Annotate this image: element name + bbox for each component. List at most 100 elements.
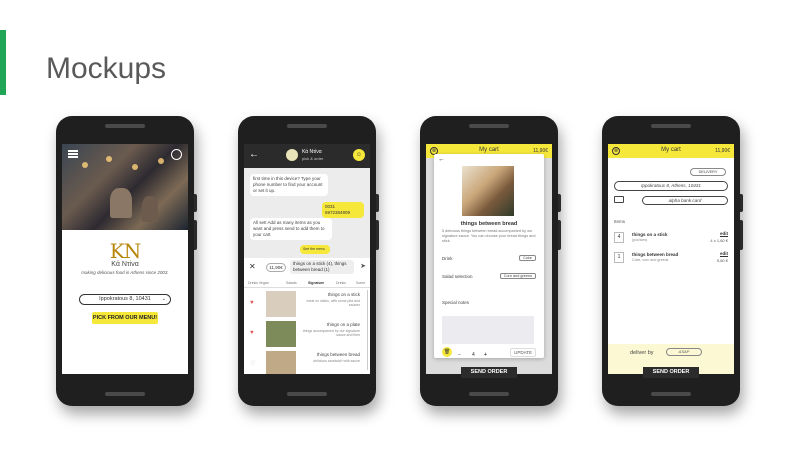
- update-button[interactable]: UPDATE: [510, 348, 536, 357]
- item-thumbnail: [266, 321, 296, 347]
- edit-link[interactable]: edit: [720, 231, 728, 236]
- tab-category[interactable]: Drinks Vegan: [248, 281, 269, 285]
- heart-outline-icon[interactable]: ♡: [250, 360, 255, 367]
- close-icon[interactable]: ✕: [249, 262, 256, 271]
- salad-row: Salad selection Corn and greens: [442, 273, 536, 279]
- salad-label: Salad selection: [442, 274, 473, 279]
- tab-category[interactable]: Some: [356, 281, 365, 285]
- chat-bubble: first time in this device? Type your pho…: [250, 174, 328, 197]
- restaurant-tagline: making delicious food in Athens since 20…: [81, 270, 169, 275]
- phone-speaker-bottom: [469, 392, 509, 396]
- credit-card-icon: [614, 196, 624, 203]
- cart-screen: ⊗ My cart 11,90€ DELIVERY Ippokratous 8,…: [608, 144, 734, 374]
- drink-label: Drink: [442, 256, 453, 261]
- menu-panel: ✕ 11,90€ things on a stick (4), things b…: [244, 258, 370, 374]
- heart-icon[interactable]: ♥: [250, 330, 254, 336]
- cart-header: ⊗ My cart 11,90€: [608, 144, 734, 158]
- address-select[interactable]: Ippokratous 8, Athens, 10431: [614, 181, 728, 191]
- drink-row: Drink Coke: [442, 255, 536, 261]
- salad-select[interactable]: Corn and greens: [499, 273, 536, 279]
- address-value: Ippokratous 8, 10431: [99, 296, 151, 302]
- menu-item[interactable]: ♡ things between bread delicious sandwic…: [244, 350, 364, 374]
- item-description: delicious sandwich with sauce: [313, 359, 360, 363]
- phone-chat: ← Κά Ντίνα pick & order ☺ first time in …: [238, 116, 379, 406]
- item-thumbnail: [266, 351, 296, 374]
- send-order-button[interactable]: SEND ORDER: [643, 367, 699, 378]
- item-sheet: ← things between bread 5 delicious thing…: [434, 154, 544, 358]
- user-account-icon[interactable]: [171, 149, 182, 160]
- increase-button[interactable]: +: [484, 352, 487, 358]
- notes-label: Special notes: [442, 300, 470, 305]
- order-message[interactable]: things on a stick (4), things between br…: [290, 260, 354, 274]
- phone-volume-button: [740, 220, 743, 250]
- restaurant-photo: [62, 144, 188, 230]
- phone-speaker-bottom: [105, 392, 145, 396]
- payment-select[interactable]: alpha bank card: [642, 196, 728, 205]
- drink-select[interactable]: Coke: [519, 255, 536, 261]
- send-order-button[interactable]: SEND ORDER: [461, 367, 517, 378]
- slide-title: Mockups: [46, 52, 167, 85]
- line-price: 4 x 1,60 €: [710, 238, 728, 243]
- line-price: 5,60 €: [716, 258, 728, 263]
- chat-header: ← Κά Ντίνα pick & order ☺: [244, 144, 370, 168]
- item-description: things accompanied by our signature sauc…: [302, 329, 360, 338]
- phone-welcome: KN Kά Ντίνα making delicious food in Ath…: [56, 116, 197, 406]
- welcome-screen: KN Kά Ντίνα making delicious food in Ath…: [62, 144, 188, 374]
- restaurant-avatar: [286, 149, 298, 161]
- chat-title: Κά Ντίνα: [302, 149, 322, 155]
- item-description: 5 delicious things between bread accompa…: [442, 229, 536, 243]
- phone-speaker-bottom: [287, 392, 327, 396]
- back-arrow-icon[interactable]: ←: [249, 149, 259, 160]
- decrease-button[interactable]: −: [458, 352, 461, 358]
- send-icon[interactable]: ➤: [360, 262, 366, 270]
- phone-side-button: [194, 194, 197, 212]
- menu-item[interactable]: ♥ things on a plate things accompanied b…: [244, 320, 364, 350]
- hamburger-menu-icon[interactable]: [68, 150, 78, 158]
- item-name: things on a plate: [326, 322, 360, 327]
- phone-volume-button: [376, 220, 379, 250]
- phone-speaker: [651, 124, 691, 128]
- scrollbar[interactable]: [367, 290, 368, 370]
- chat-thread: first time in this device? Type your pho…: [244, 168, 370, 258]
- address-select[interactable]: Ippokratous 8, 10431 ⌄: [79, 294, 171, 305]
- line-options: Coke, corn and greens: [632, 258, 669, 262]
- item-thumbnail: [266, 291, 296, 317]
- phone-side-button: [376, 194, 379, 212]
- bot-icon[interactable]: ☺: [353, 149, 365, 161]
- phone-speaker-bottom: [651, 392, 691, 396]
- tab-category[interactable]: Signature: [308, 281, 324, 285]
- tab-category[interactable]: Drinks: [336, 281, 346, 285]
- delivery-time-select[interactable]: ASAP: [666, 348, 702, 356]
- tab-category[interactable]: Salads: [286, 281, 297, 285]
- line-name: things between bread: [632, 252, 679, 257]
- item-name: things between bread: [460, 221, 518, 227]
- phone-side-button: [740, 194, 743, 212]
- edit-link[interactable]: edit: [720, 251, 728, 256]
- chevron-down-icon: ⌄: [161, 296, 166, 302]
- phone-side-button: [558, 194, 561, 212]
- item-description: meat on sticks, with some pita and sauce…: [306, 299, 361, 308]
- heart-icon[interactable]: ♥: [250, 300, 254, 306]
- line-name: things on a stick: [632, 232, 668, 237]
- line-options: (pcs/ices): [632, 238, 648, 242]
- back-arrow-icon[interactable]: ←: [438, 156, 445, 163]
- cart-total: 11,90€: [715, 148, 730, 154]
- see-menu-button[interactable]: See the menu: [300, 245, 330, 254]
- pick-menu-button[interactable]: PICK FROM OUR MENU!: [92, 312, 158, 324]
- chat-bubble-user: 0031 6972384909: [322, 202, 364, 219]
- special-notes-input[interactable]: [442, 316, 534, 344]
- phone-speaker: [105, 124, 145, 128]
- menu-item[interactable]: ♥ things on a stick meat on sticks, with…: [244, 290, 364, 320]
- restaurant-logo: KN: [109, 239, 141, 263]
- chat-screen: ← Κά Ντίνα pick & order ☺ first time in …: [244, 144, 370, 374]
- accent-bar: [0, 30, 6, 95]
- trash-icon[interactable]: 🗑: [442, 347, 452, 357]
- item-detail-screen: ⊗ My cart 11,90€ ← things between bread …: [426, 144, 552, 374]
- cart-line: 1 things between bread Coke, corn and gr…: [614, 250, 728, 268]
- phone-speaker: [469, 124, 509, 128]
- phone-cart: ⊗ My cart 11,90€ DELIVERY Ippokratous 8,…: [602, 116, 743, 406]
- restaurant-name: Kά Ντίνα: [111, 261, 139, 268]
- quantity-value: 4: [472, 352, 475, 358]
- chat-bubble: All set! Add as many items as you want a…: [250, 218, 332, 241]
- delivery-select[interactable]: DELIVERY: [690, 168, 726, 176]
